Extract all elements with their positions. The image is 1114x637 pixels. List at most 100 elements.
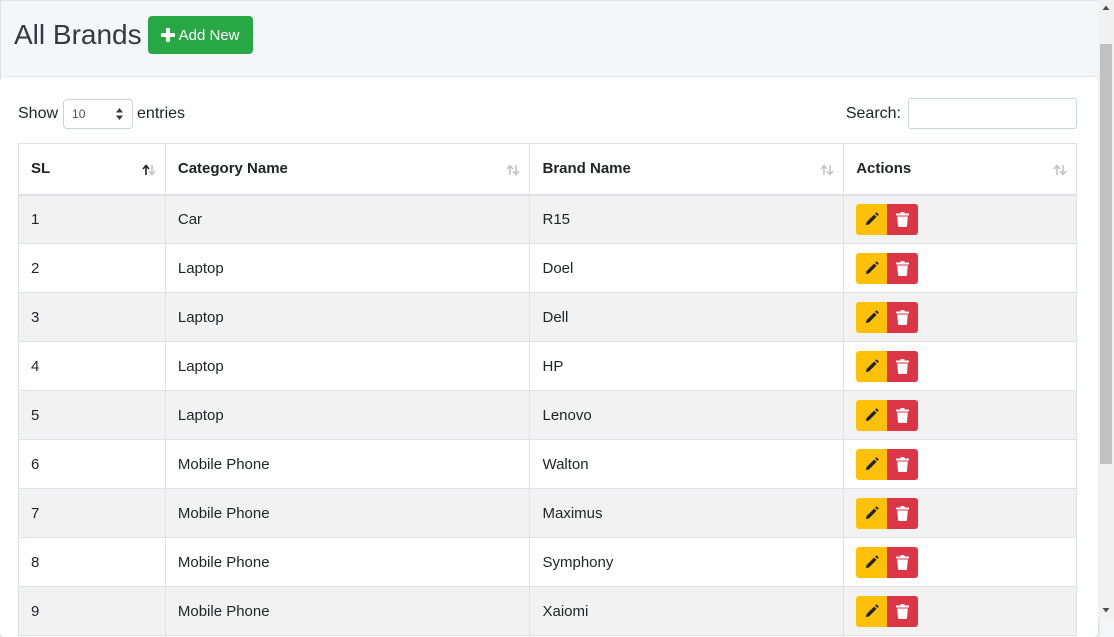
- cell-category-name: Laptop: [164, 292, 531, 342]
- cell-brand-name: Walton: [529, 439, 845, 489]
- entries-select-value: 10: [72, 107, 86, 121]
- table-body: 1 Car R15 2 Laptop Doel 3 Laptop Dell 4 Laptop HP 5 L…: [18, 194, 1077, 636]
- edit-button[interactable]: [856, 546, 888, 578]
- cell-actions: [843, 488, 1077, 538]
- action-button-group: [856, 203, 919, 235]
- cell-category-name: Mobile Phone: [164, 586, 531, 636]
- page-title: All Brands: [14, 19, 142, 50]
- page-scrollbar[interactable]: [1098, 0, 1114, 618]
- action-button-group: [856, 497, 919, 529]
- pencil-icon: [866, 212, 879, 225]
- cell-sl: 7: [18, 488, 166, 538]
- cell-brand-name: Maximus: [529, 488, 845, 538]
- trash-icon: [896, 211, 910, 227]
- cell-actions: [843, 243, 1077, 293]
- column-header-label: Category Name: [177, 160, 288, 178]
- edit-button[interactable]: [856, 350, 888, 382]
- search-control: Search:: [846, 98, 1077, 129]
- edit-button[interactable]: [856, 595, 888, 627]
- entries-select[interactable]: 10: [63, 99, 134, 129]
- action-button-group: [856, 350, 919, 382]
- scrollbar-thumb[interactable]: [1100, 44, 1112, 464]
- sort-icon: [820, 164, 834, 176]
- cell-category-name: Mobile Phone: [164, 537, 531, 587]
- pencil-icon: [866, 309, 879, 323]
- pencil-icon: [866, 358, 879, 372]
- edit-button[interactable]: [856, 203, 888, 235]
- edit-button[interactable]: [856, 399, 888, 431]
- cell-category-name: Laptop: [164, 390, 531, 440]
- cell-category-name: Laptop: [164, 243, 531, 293]
- table-row: 6 Mobile Phone Walton: [18, 439, 1077, 489]
- action-button-group: [856, 546, 919, 578]
- cell-category-name: Mobile Phone: [164, 488, 531, 538]
- column-header-label: Actions: [856, 160, 912, 178]
- scroll-down-arrow-icon[interactable]: [1102, 606, 1110, 614]
- table-row: 8 Mobile Phone Symphony: [18, 537, 1077, 587]
- delete-button[interactable]: [887, 595, 919, 627]
- add-new-button[interactable]: Add New: [147, 16, 253, 54]
- table-row: 3 Laptop Dell: [18, 292, 1077, 342]
- edit-button[interactable]: [856, 252, 888, 284]
- table-row: 5 Laptop Lenovo: [18, 390, 1077, 440]
- search-label: Search:: [845, 104, 901, 122]
- table-row: 9 Mobile Phone Xaiomi: [18, 586, 1077, 636]
- search-input[interactable]: [908, 98, 1077, 129]
- sort-ascending-icon: [142, 164, 156, 176]
- action-button-group: [856, 448, 919, 480]
- cell-actions: [843, 194, 1077, 244]
- delete-button[interactable]: [887, 546, 919, 578]
- delete-button[interactable]: [887, 203, 919, 235]
- cell-brand-name: Lenovo: [529, 390, 845, 440]
- add-new-label: Add New: [178, 26, 240, 44]
- plus-icon: [160, 28, 175, 42]
- sort-icon: [506, 164, 521, 176]
- trash-icon: [896, 407, 910, 423]
- column-header-actions[interactable]: Actions: [843, 143, 1077, 196]
- delete-button[interactable]: [887, 350, 919, 382]
- trash-icon: [896, 358, 910, 374]
- pencil-icon: [866, 456, 879, 470]
- cell-actions: [843, 341, 1077, 391]
- delete-button[interactable]: [887, 301, 919, 333]
- pencil-icon: [866, 554, 879, 568]
- column-header-label: SL: [31, 160, 51, 178]
- cell-sl: 5: [18, 390, 166, 440]
- delete-button[interactable]: [887, 497, 919, 529]
- column-header-category-name[interactable]: Category Name: [164, 143, 531, 196]
- cell-brand-name: R15: [529, 194, 845, 244]
- delete-button[interactable]: [887, 399, 919, 431]
- delete-button[interactable]: [887, 252, 919, 284]
- pencil-icon: [866, 505, 879, 519]
- scroll-up-arrow-icon[interactable]: [1102, 4, 1110, 12]
- cell-sl: 2: [18, 243, 166, 293]
- column-header-label: Brand Name: [542, 160, 631, 178]
- cell-sl: 3: [18, 292, 166, 342]
- action-button-group: [856, 595, 919, 627]
- trash-icon: [896, 260, 910, 276]
- content-header: All Brands Add New: [14, 16, 253, 54]
- brands-table: SL Category Name Brand Name Actions 1 Ca…: [18, 143, 1077, 636]
- cell-sl: 4: [18, 341, 166, 391]
- table-row: 7 Mobile Phone Maximus: [18, 488, 1077, 538]
- cell-category-name: Car: [164, 194, 531, 244]
- trash-icon: [896, 554, 910, 570]
- edit-button[interactable]: [856, 301, 888, 333]
- cell-brand-name: Symphony: [529, 537, 845, 587]
- pencil-icon: [866, 603, 879, 617]
- page-top-border: [0, 0, 1098, 1]
- cell-brand-name: Doel: [529, 243, 845, 293]
- action-button-group: [856, 301, 919, 333]
- cell-sl: 6: [18, 439, 166, 489]
- cell-sl: 1: [18, 194, 166, 244]
- cell-brand-name: HP: [529, 341, 845, 391]
- column-header-brand-name[interactable]: Brand Name: [529, 143, 845, 196]
- column-header-sl[interactable]: SL: [18, 143, 166, 196]
- pencil-icon: [866, 260, 879, 274]
- pencil-icon: [866, 407, 879, 421]
- table-row: 4 Laptop HP: [18, 341, 1077, 391]
- delete-button[interactable]: [887, 448, 919, 480]
- edit-button[interactable]: [856, 497, 888, 529]
- edit-button[interactable]: [856, 448, 888, 480]
- table-row: 2 Laptop Doel: [18, 243, 1077, 293]
